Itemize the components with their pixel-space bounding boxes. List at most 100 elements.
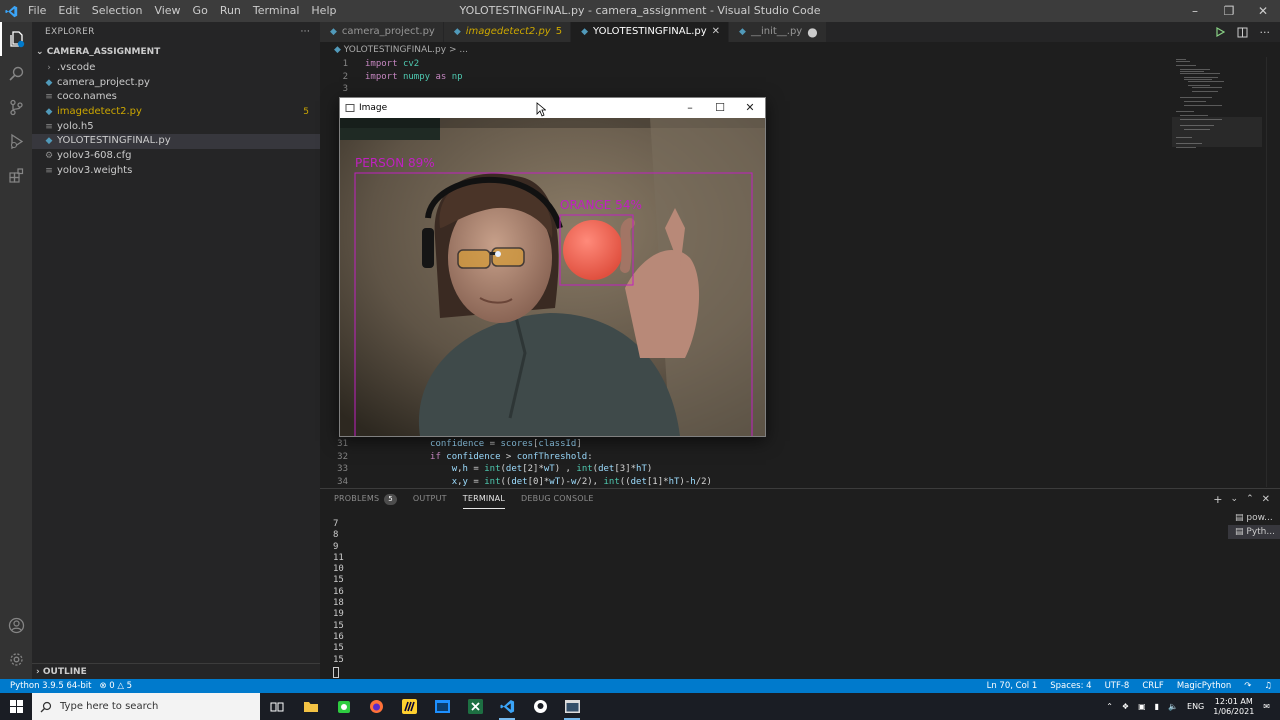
run-file-icon[interactable] bbox=[1215, 27, 1225, 37]
encoding[interactable]: UTF-8 bbox=[1105, 679, 1130, 693]
firefox-icon[interactable] bbox=[365, 696, 387, 717]
minimize-icon[interactable]: – bbox=[1178, 0, 1212, 22]
menu-file[interactable]: File bbox=[22, 0, 52, 22]
source-control-icon[interactable] bbox=[0, 90, 32, 124]
gear-icon[interactable] bbox=[0, 642, 32, 676]
file-item[interactable]: ⚙ yolov3-608.cfg bbox=[32, 149, 320, 164]
close-icon[interactable]: ✕ bbox=[735, 98, 765, 118]
error-count: 0 bbox=[109, 681, 115, 691]
menu-bar: File Edit Selection View Go Run Terminal… bbox=[22, 0, 342, 22]
network-icon[interactable]: ▣ bbox=[1138, 702, 1146, 711]
menu-view[interactable]: View bbox=[148, 0, 186, 22]
python-image-window-icon[interactable] bbox=[561, 696, 583, 720]
indentation[interactable]: Spaces: 4 bbox=[1050, 679, 1091, 693]
breadcrumb-file[interactable]: YOLOTESTINGFINAL.py bbox=[344, 45, 446, 55]
chevron-down-icon[interactable]: ⌄ bbox=[1231, 494, 1239, 504]
close-tab-icon[interactable]: ✕ bbox=[712, 22, 720, 42]
window-app-icon[interactable] bbox=[431, 696, 453, 717]
search-icon[interactable] bbox=[0, 56, 32, 90]
split-editor-icon[interactable] bbox=[1237, 27, 1248, 38]
task-view-icon[interactable] bbox=[266, 696, 288, 717]
volume-icon[interactable]: 🔈 bbox=[1168, 702, 1178, 711]
notifications-icon[interactable]: ✉ bbox=[1263, 702, 1270, 711]
code-line: 34 x,y = int((det[0]*wT)-w/2), int((det[… bbox=[337, 476, 712, 487]
explorer-icon[interactable] bbox=[0, 22, 32, 56]
maximize-icon[interactable]: ☐ bbox=[705, 98, 735, 118]
tab-camera-project[interactable]: ◆ camera_project.py bbox=[320, 22, 444, 42]
excel-icon[interactable] bbox=[464, 696, 486, 717]
file-item[interactable]: ≡ yolov3.weights bbox=[32, 164, 320, 179]
workspace-folder-label: CAMERA_ASSIGNMENT bbox=[46, 47, 161, 57]
app-green-icon[interactable] bbox=[333, 696, 355, 717]
menu-run[interactable]: Run bbox=[214, 0, 247, 22]
more-actions-icon[interactable]: ··· bbox=[301, 22, 310, 42]
terminal-item-python[interactable]: ▤ Pyth... bbox=[1228, 525, 1280, 539]
vscode-taskbar-icon[interactable] bbox=[496, 696, 518, 720]
minimize-icon[interactable]: – bbox=[675, 98, 705, 118]
tab-output[interactable]: OUTPUT bbox=[413, 489, 447, 509]
file-item[interactable]: ◆ imagedetect2.py 5 bbox=[32, 105, 320, 120]
menu-selection[interactable]: Selection bbox=[86, 0, 149, 22]
menu-terminal[interactable]: Terminal bbox=[247, 0, 306, 22]
new-terminal-icon[interactable]: + bbox=[1213, 493, 1222, 506]
panel-controls: + ⌄ ⌃ ✕ bbox=[1213, 489, 1270, 509]
file-item[interactable]: ◆ YOLOTESTINGFINAL.py bbox=[32, 134, 320, 150]
file-item[interactable]: ≡ yolo.h5 bbox=[32, 120, 320, 135]
end-of-line[interactable]: CRLF bbox=[1142, 679, 1163, 693]
menu-edit[interactable]: Edit bbox=[52, 0, 85, 22]
breadcrumb-symbol[interactable]: ... bbox=[459, 45, 468, 55]
file-explorer-icon[interactable] bbox=[300, 696, 322, 717]
account-icon[interactable] bbox=[0, 608, 32, 642]
tab-label: camera_project.py bbox=[341, 26, 435, 37]
outline-section[interactable]: › OUTLINE bbox=[32, 663, 320, 679]
clock[interactable]: 12:01 AM 1/06/2021 bbox=[1213, 697, 1254, 717]
run-debug-icon[interactable] bbox=[0, 124, 32, 158]
language-mode[interactable]: MagicPython bbox=[1177, 679, 1231, 693]
maximize-panel-icon[interactable]: ⌃ bbox=[1246, 494, 1254, 504]
explorer-title: EXPLORER bbox=[45, 27, 95, 37]
problems-summary[interactable]: ⊗ 0 △ 5 bbox=[99, 679, 132, 693]
cursor-position[interactable]: Ln 70, Col 1 bbox=[987, 679, 1038, 693]
file-label: coco.names bbox=[57, 91, 117, 103]
tab-debug-console[interactable]: DEBUG CONSOLE bbox=[521, 489, 594, 509]
terminal-line: 10 bbox=[333, 564, 344, 575]
tab-init[interactable]: ◆ __init__.py ● bbox=[729, 22, 827, 42]
close-panel-icon[interactable]: ✕ bbox=[1262, 494, 1270, 505]
python-icon: ◆ bbox=[334, 45, 341, 55]
taskbar-search[interactable]: Type here to search bbox=[32, 693, 260, 720]
tab-problems[interactable]: PROBLEMS 5 bbox=[334, 489, 397, 509]
tab-label: YOLOTESTINGFINAL.py bbox=[593, 26, 707, 37]
bell-icon[interactable]: ♫ bbox=[1264, 679, 1272, 693]
live-share-icon[interactable]: ↷ bbox=[1244, 679, 1251, 693]
miro-icon[interactable] bbox=[398, 696, 420, 717]
editor-scrollbar[interactable] bbox=[1266, 57, 1280, 487]
windows-start-icon[interactable] bbox=[0, 693, 32, 720]
file-item[interactable]: ≡ coco.names bbox=[32, 90, 320, 105]
menu-go[interactable]: Go bbox=[187, 0, 214, 22]
restore-icon[interactable]: ❐ bbox=[1212, 0, 1246, 22]
menu-help[interactable]: Help bbox=[305, 0, 342, 22]
chevron-up-icon[interactable]: ⌃ bbox=[1106, 702, 1113, 711]
terminal-item-powershell[interactable]: ▤ pow... bbox=[1228, 511, 1280, 525]
python-interpreter[interactable]: Python 3.9.5 64-bit bbox=[10, 679, 91, 693]
unsaved-dot-icon[interactable]: ● bbox=[807, 22, 817, 42]
input-language[interactable]: ENG bbox=[1187, 702, 1204, 711]
file-item[interactable]: ◆ camera_project.py bbox=[32, 76, 320, 91]
minimap[interactable] bbox=[1172, 57, 1262, 157]
image-window[interactable]: Image – ☐ ✕ PERSON 89% ORANGE 54% bbox=[339, 97, 766, 437]
tab-terminal[interactable]: TERMINAL bbox=[462, 489, 506, 509]
more-actions-icon[interactable]: ··· bbox=[1260, 26, 1271, 39]
problem-count-badge: 5 bbox=[555, 26, 563, 37]
close-icon[interactable]: ✕ bbox=[1246, 0, 1280, 22]
workspace-folder[interactable]: ⌄ CAMERA_ASSIGNMENT bbox=[32, 43, 320, 61]
file-item[interactable]: › .vscode bbox=[32, 61, 320, 76]
dropbox-icon[interactable]: ❖ bbox=[1122, 702, 1129, 711]
tab-imagedetect2[interactable]: ◆ imagedetect2.py 5 bbox=[443, 22, 572, 42]
github-icon[interactable] bbox=[529, 696, 551, 717]
battery-icon[interactable]: ▮ bbox=[1155, 702, 1159, 711]
image-window-titlebar[interactable]: Image – ☐ ✕ bbox=[340, 98, 765, 118]
terminal-output[interactable]: 7 8 9 11 10 15 16 18 19 15 16 15 15 bbox=[333, 519, 344, 666]
extensions-icon[interactable] bbox=[0, 158, 32, 192]
tab-yolotestingfinal[interactable]: ◆ YOLOTESTINGFINAL.py ✕ bbox=[571, 22, 730, 42]
editor-actions: ··· bbox=[1215, 22, 1280, 42]
